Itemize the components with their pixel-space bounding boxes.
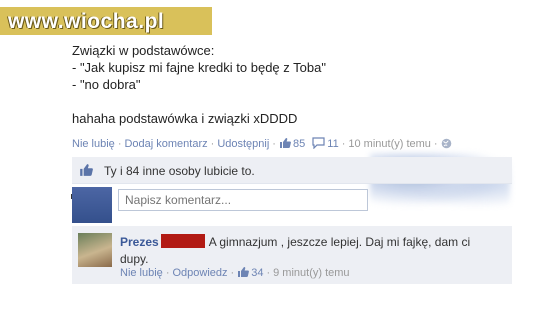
likes-summary-text[interactable]: Ty i 84 inne osoby lubicie to. (104, 164, 255, 178)
site-watermark: www.wiocha.pl (0, 7, 212, 35)
comment-timestamp[interactable]: 9 minut(y) temu (273, 267, 349, 279)
likes-summary-box: Ty i 84 inne osoby lubicie to. (72, 157, 512, 184)
post-line: Związki w podstawówce: (72, 43, 215, 58)
comment-icon (312, 137, 325, 149)
redaction-bar (160, 234, 205, 248)
post-line: - "Jak kupisz mi fajne kredki to będę z … (72, 60, 326, 75)
add-comment-link[interactable]: Dodaj komentarz (124, 138, 207, 150)
share-link[interactable]: Udostępnij (217, 138, 269, 150)
watermark-text: www.wiocha.pl (8, 10, 165, 33)
like-count[interactable]: 85 (293, 138, 305, 150)
unlike-link[interactable]: Nie lubię (72, 138, 115, 150)
thumbs-up-icon (279, 138, 291, 148)
post-body: Związki w podstawówce: - "Jak kupisz mi … (72, 42, 402, 127)
comment-input[interactable] (118, 189, 368, 211)
globe-icon (441, 138, 451, 149)
thumbs-up-icon (80, 164, 93, 176)
comment-count[interactable]: 11 (327, 138, 338, 150)
comment-reply-link[interactable]: Odpowiedz (172, 267, 227, 279)
avatar[interactable] (78, 233, 112, 267)
comment-unlike-link[interactable]: Nie lubię (120, 267, 163, 279)
post-line: - "no dobra" (72, 77, 141, 92)
comment-item: Prezes A gimnazjum , jeszcze lepiej. Daj … (72, 226, 512, 284)
post-timestamp[interactable]: 10 minut(y) temu (348, 138, 431, 150)
comment-author[interactable]: Prezes (120, 235, 159, 249)
avatar[interactable] (72, 187, 112, 223)
comment-actions: Nie lubię · Odpowiedz · 34 · 9 minut(y) temu (120, 267, 350, 279)
post-line: hahaha podstawówka i związki xDDDD (72, 111, 298, 126)
post-actions: Nie lubię · Dodaj komentarz · Udostępnij · 85 … (72, 137, 454, 150)
comment-body: Prezes A gimnazjum , jeszcze lepiej. Daj … (120, 234, 500, 268)
comment-like-count[interactable]: 34 (251, 267, 263, 279)
thumbs-up-icon (238, 267, 250, 277)
